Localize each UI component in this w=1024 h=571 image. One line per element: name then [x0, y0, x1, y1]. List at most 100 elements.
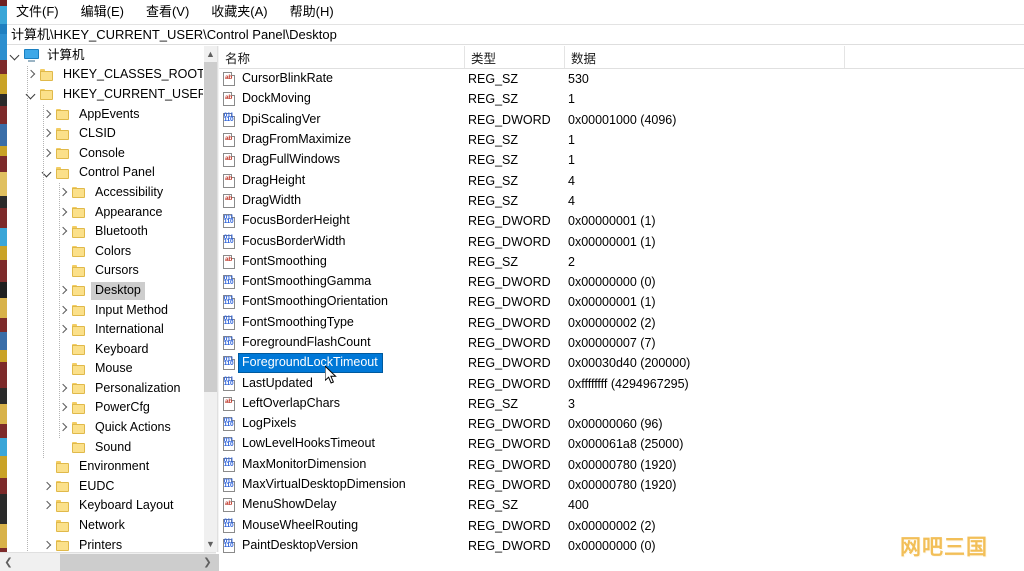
tree-item-keyboard[interactable]: Keyboard — [7, 340, 203, 360]
table-row[interactable]: ab FontSmoothing REG_SZ 2 — [219, 252, 1024, 272]
chevron-right-icon[interactable] — [39, 107, 55, 123]
table-row[interactable]: 011 110 FontSmoothingGamma REG_DWORD 0x00000… — [219, 272, 1024, 292]
tree-item-quick-actions[interactable]: Quick Actions — [7, 418, 203, 438]
table-row[interactable]: 011 110 DpiScalingVer REG_DWORD 0x00001000 (… — [219, 110, 1024, 130]
value-data-cell: 1 — [568, 133, 575, 148]
scroll-right-arrow-icon[interactable]: ❯ — [199, 553, 216, 571]
tree-item-accessibility[interactable]: Accessibility — [7, 183, 203, 203]
table-row[interactable]: 011 110 FocusBorderHeight REG_DWORD 0x000000… — [219, 211, 1024, 231]
chevron-right-icon[interactable] — [39, 538, 55, 552]
table-row[interactable]: 011 110 FocusBorderWidth REG_DWORD 0x0000000… — [219, 231, 1024, 251]
chevron-right-icon[interactable] — [55, 420, 71, 436]
tree-item-bluetooth[interactable]: Bluetooth — [7, 222, 203, 242]
folder-icon — [55, 519, 72, 533]
registry-values-pane[interactable]: 名称 类型 数据 ab CursorBlinkRate REG_SZ 530 ab DockM… — [219, 46, 1024, 571]
table-row[interactable]: 011 110 MaxVirtualDesktopDimension REG_DWOR… — [219, 475, 1024, 495]
chevron-right-icon[interactable] — [55, 381, 71, 397]
chevron-right-icon[interactable] — [23, 67, 39, 83]
table-row[interactable]: ab DragHeight REG_SZ 4 — [219, 170, 1024, 190]
tree-vscroll-thumb[interactable] — [204, 62, 217, 392]
tree-item-desktop[interactable]: Desktop — [7, 281, 203, 301]
chevron-down-icon[interactable] — [23, 87, 39, 103]
tree-item-appevents[interactable]: AppEvents — [7, 105, 203, 125]
table-row[interactable]: 011 110 FontSmoothingType REG_DWORD 0x000000… — [219, 313, 1024, 333]
chevron-down-icon[interactable] — [39, 165, 55, 181]
tree-item-hkey-classes-root[interactable]: HKEY_CLASSES_ROOT — [7, 66, 203, 86]
value-type-cell: REG_DWORD — [468, 234, 551, 249]
column-type[interactable]: 类型 — [465, 46, 565, 68]
tree-item-sound[interactable]: Sound — [7, 438, 203, 458]
menu-file[interactable]: 文件(F) — [16, 2, 69, 22]
tree-item-environment[interactable]: Environment — [7, 457, 203, 477]
tree-vertical-scrollbar[interactable]: ▲ ▼ — [203, 46, 217, 552]
value-name-text: DragFromMaximize — [242, 132, 352, 147]
menu-edit[interactable]: 编辑(E) — [81, 2, 134, 22]
tree-item-personalization[interactable]: Personalization — [7, 379, 203, 399]
table-row[interactable]: 011 110 ForegroundLockTimeout REG_DWORD 0x00… — [219, 353, 1024, 374]
column-data[interactable]: 数据 — [565, 46, 845, 68]
table-row[interactable]: ab LeftOverlapChars REG_SZ 3 — [219, 394, 1024, 414]
table-row[interactable]: 011 110 LogPixels REG_DWORD 0x00000060 (96) — [219, 414, 1024, 434]
tree-item-keyboard-layout[interactable]: Keyboard Layout — [7, 497, 203, 517]
chevron-right-icon[interactable] — [55, 185, 71, 201]
folder-icon — [55, 127, 72, 141]
tree-item-hkey-current-user[interactable]: HKEY_CURRENT_USER — [7, 85, 203, 105]
folder-icon — [71, 284, 88, 298]
table-row[interactable]: ab DragFromMaximize REG_SZ 1 — [219, 130, 1024, 150]
chevron-right-icon[interactable] — [55, 400, 71, 416]
chevron-right-icon[interactable] — [55, 224, 71, 240]
tree-item-clsid[interactable]: CLSID — [7, 124, 203, 144]
value-name-cell: ab DragFromMaximize — [219, 130, 355, 150]
tree-item-mouse[interactable]: Mouse — [7, 360, 203, 380]
table-row[interactable]: 011 110 FontSmoothingOrientation REG_DWORD 0… — [219, 292, 1024, 312]
tree-item-appearance[interactable]: Appearance — [7, 203, 203, 223]
chevron-right-icon[interactable] — [39, 498, 55, 514]
scroll-up-arrow-icon[interactable]: ▲ — [204, 46, 217, 62]
menu-favorites[interactable]: 收藏夹(A) — [211, 2, 277, 22]
value-data-cell: 0x00000001 (1) — [568, 214, 656, 229]
table-row[interactable]: 011 110 LastUpdated REG_DWORD 0xffffffff (42… — [219, 373, 1024, 393]
tree-item-cursors[interactable]: Cursors — [7, 262, 203, 282]
menu-view[interactable]: 查看(V) — [146, 2, 199, 22]
table-row[interactable]: 011 110 LowLevelHooksTimeout REG_DWORD 0x000… — [219, 434, 1024, 454]
tree-indent-spacer — [7, 467, 39, 468]
tree-item-label: 计算机 — [47, 47, 85, 62]
address-bar[interactable]: 计算机\HKEY_CURRENT_USER\Control Panel\Desk… — [7, 24, 1024, 45]
chevron-right-icon[interactable] — [55, 322, 71, 338]
tree-item-international[interactable]: International — [7, 320, 203, 340]
chevron-right-icon[interactable] — [39, 479, 55, 495]
chevron-right-icon[interactable] — [55, 283, 71, 299]
value-name-cell: 011 110 MaxVirtualDesktopDimension — [219, 475, 410, 495]
chevron-right-icon[interactable] — [55, 205, 71, 221]
table-row[interactable]: ab DragWidth REG_SZ 4 — [219, 191, 1024, 211]
scroll-left-arrow-icon[interactable]: ❮ — [0, 553, 17, 571]
tree-horizontal-scrollbar[interactable]: ❮ ❯ — [0, 552, 515, 571]
tree-indent-spacer — [7, 545, 39, 546]
value-name-text: FocusBorderHeight — [242, 213, 350, 228]
menu-help[interactable]: 帮助(H) — [290, 2, 344, 22]
chevron-right-icon[interactable] — [39, 146, 55, 162]
tree-item-printers[interactable]: Printers — [7, 536, 203, 552]
table-row[interactable]: ab CursorBlinkRate REG_SZ 530 — [219, 69, 1024, 89]
value-type-cell: REG_SZ — [468, 92, 519, 107]
table-row[interactable]: 011 110 MaxMonitorDimension REG_DWORD 0x0000… — [219, 455, 1024, 475]
tree-item-colors[interactable]: Colors — [7, 242, 203, 262]
scroll-down-arrow-icon[interactable]: ▼ — [204, 536, 217, 552]
tree-item-eudc[interactable]: EUDC — [7, 477, 203, 497]
folder-icon — [71, 206, 88, 220]
tree-item--[interactable]: 计算机 — [7, 46, 203, 66]
tree-item-control-panel[interactable]: Control Panel — [7, 164, 203, 184]
chevron-right-icon[interactable] — [55, 303, 71, 319]
chevron-down-icon[interactable] — [7, 48, 23, 64]
tree-item-powercfg[interactable]: PowerCfg — [7, 399, 203, 419]
registry-tree-pane[interactable]: 计算机 HKEY_CLASSES_ROOT HKEY_CURRENT_USER App… — [7, 46, 203, 552]
table-row[interactable]: 011 110 ForegroundFlashCount REG_DWORD 0x000… — [219, 333, 1024, 353]
column-name[interactable]: 名称 — [219, 46, 465, 68]
tree-item-console[interactable]: Console — [7, 144, 203, 164]
table-row[interactable]: ab MenuShowDelay REG_SZ 400 — [219, 495, 1024, 515]
table-row[interactable]: ab DragFullWindows REG_SZ 1 — [219, 150, 1024, 170]
tree-item-input-method[interactable]: Input Method — [7, 301, 203, 321]
tree-item-network[interactable]: Network — [7, 516, 203, 536]
chevron-right-icon[interactable] — [39, 126, 55, 142]
table-row[interactable]: ab DockMoving REG_SZ 1 — [219, 89, 1024, 109]
